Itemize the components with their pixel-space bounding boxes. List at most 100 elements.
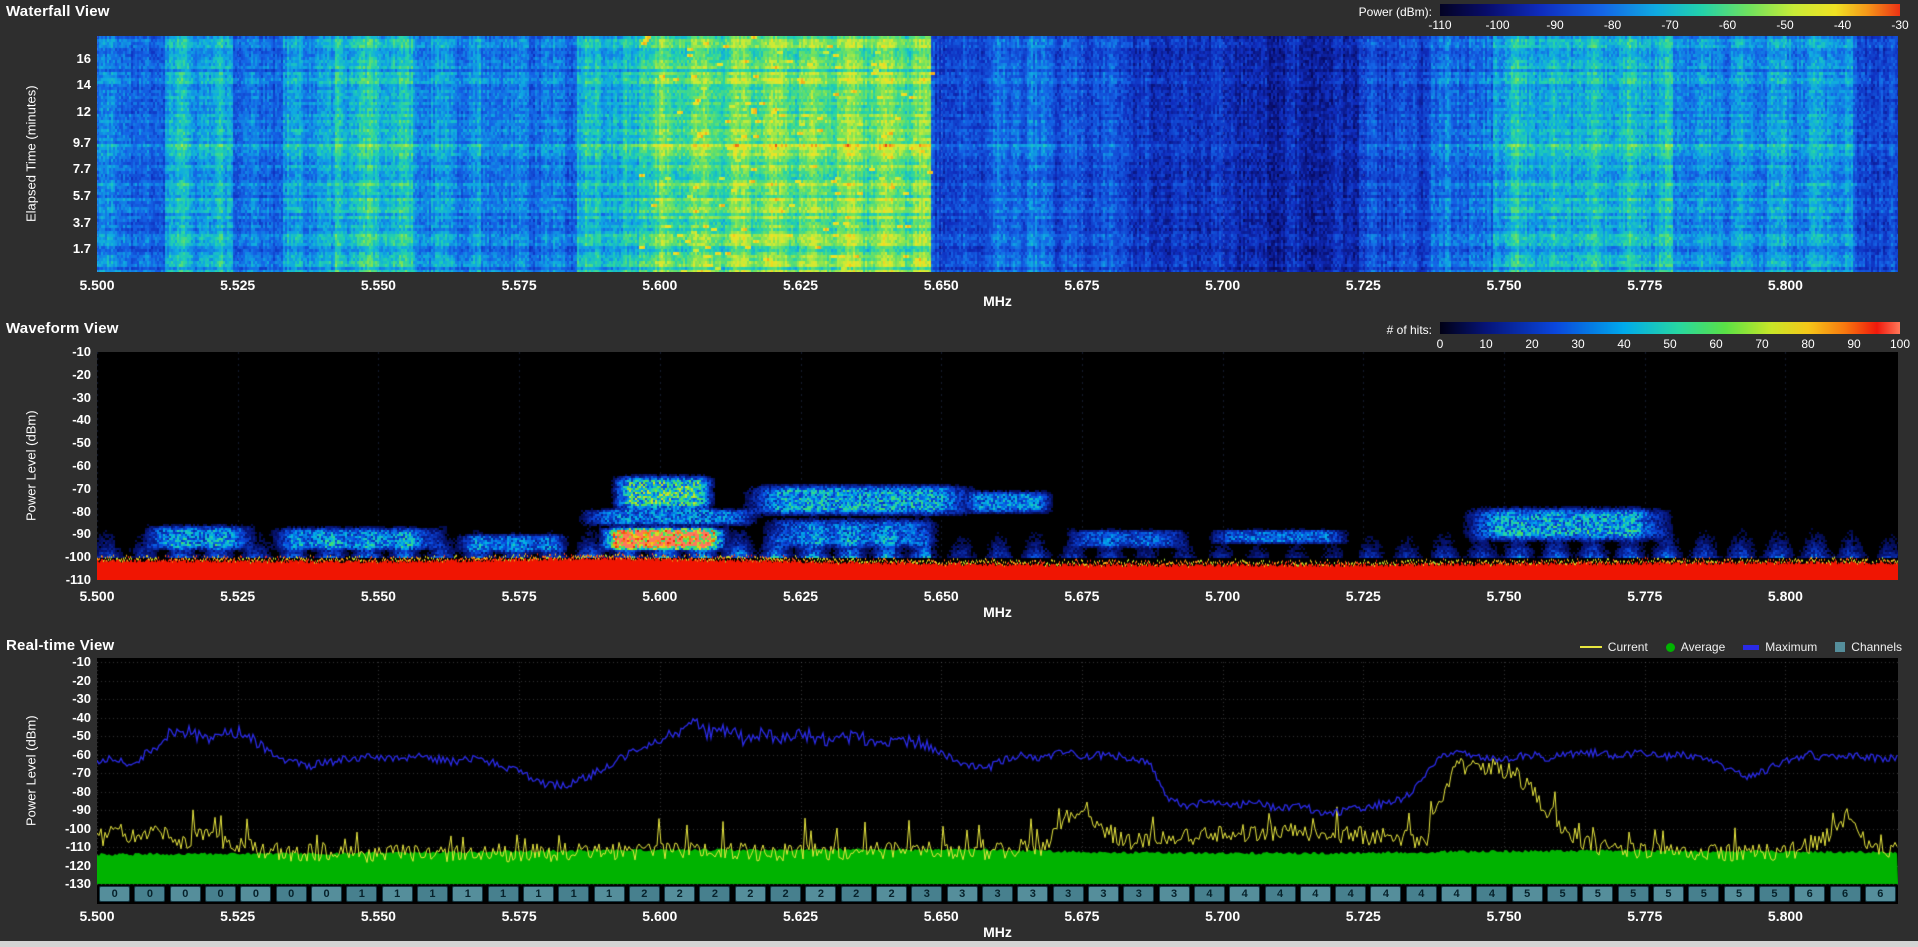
- colorbar-tick-label: -100: [1476, 18, 1520, 32]
- channel-box[interactable]: 3: [1088, 886, 1119, 902]
- y-tick-label: -10: [45, 344, 91, 359]
- channel-box[interactable]: 4: [1441, 886, 1472, 902]
- colorbar-tick-label: -40: [1821, 18, 1865, 32]
- channel-box[interactable]: 6: [1794, 886, 1825, 902]
- channel-box[interactable]: 2: [876, 886, 907, 902]
- y-tick-label: 12: [45, 104, 91, 119]
- x-tick-label: 5.750: [1474, 908, 1534, 924]
- legend-label: Maximum: [1765, 640, 1817, 654]
- channel-box[interactable]: 1: [594, 886, 625, 902]
- colorbar-tick-label: -90: [1533, 18, 1577, 32]
- x-tick-label: 5.750: [1474, 588, 1534, 604]
- y-tick-label: -20: [45, 367, 91, 382]
- y-tick-label: -70: [45, 765, 91, 780]
- realtime-title: Real-time View: [6, 637, 114, 654]
- y-tick-label: 5.7: [45, 188, 91, 203]
- channel-box[interactable]: 2: [699, 886, 730, 902]
- channel-box[interactable]: 5: [1724, 886, 1755, 902]
- average-swatch-icon: [1666, 643, 1675, 652]
- channel-box[interactable]: 2: [770, 886, 801, 902]
- channel-box[interactable]: 6: [1830, 886, 1861, 902]
- channel-box[interactable]: 5: [1618, 886, 1649, 902]
- x-tick-label: 5.575: [489, 277, 549, 293]
- channel-box[interactable]: 4: [1265, 886, 1296, 902]
- colorbar-tick-label: -110: [1418, 18, 1462, 32]
- y-tick-label: -60: [45, 458, 91, 473]
- channel-box[interactable]: 0: [311, 886, 342, 902]
- channel-box[interactable]: 1: [452, 886, 483, 902]
- channel-box[interactable]: 2: [841, 886, 872, 902]
- colorbar-tick-label: 0: [1418, 337, 1462, 351]
- channel-box[interactable]: 3: [1017, 886, 1048, 902]
- channel-box[interactable]: 6: [1865, 886, 1896, 902]
- x-tick-label: 5.675: [1052, 588, 1112, 604]
- channel-box[interactable]: 2: [629, 886, 660, 902]
- channel-box[interactable]: 5: [1653, 886, 1684, 902]
- channel-box[interactable]: 5: [1688, 886, 1719, 902]
- x-tick-label: 5.625: [771, 908, 831, 924]
- channel-box[interactable]: 5: [1512, 886, 1543, 902]
- y-tick-label: 9.7: [45, 135, 91, 150]
- maximum-swatch-icon: [1743, 645, 1759, 650]
- channel-box[interactable]: 4: [1406, 886, 1437, 902]
- channel-box[interactable]: 0: [205, 886, 236, 902]
- channel-box[interactable]: 3: [911, 886, 942, 902]
- x-tick-label: 5.500: [67, 908, 127, 924]
- channel-box[interactable]: 4: [1335, 886, 1366, 902]
- legend-label: Current: [1608, 640, 1648, 654]
- x-axis-unit: MHz: [968, 924, 1028, 940]
- x-tick-label: 5.700: [1193, 588, 1253, 604]
- y-tick-label: -110: [45, 839, 91, 854]
- x-tick-label: 5.525: [208, 908, 268, 924]
- channel-box[interactable]: 1: [558, 886, 589, 902]
- hits-colorbar-label: # of hits:: [1282, 323, 1432, 337]
- channel-box[interactable]: 0: [134, 886, 165, 902]
- x-tick-label: 5.675: [1052, 908, 1112, 924]
- channel-box[interactable]: 2: [805, 886, 836, 902]
- x-tick-label: 5.700: [1193, 908, 1253, 924]
- channel-box[interactable]: 4: [1194, 886, 1225, 902]
- channel-box[interactable]: 1: [417, 886, 448, 902]
- x-tick-label: 5.725: [1333, 588, 1393, 604]
- x-tick-label: 5.800: [1755, 908, 1815, 924]
- channel-box[interactable]: 2: [735, 886, 766, 902]
- colorbar-tick-label: 100: [1878, 337, 1918, 351]
- channel-box[interactable]: 0: [170, 886, 201, 902]
- channel-box[interactable]: 3: [1159, 886, 1190, 902]
- x-tick-label: 5.725: [1333, 277, 1393, 293]
- channel-box[interactable]: 5: [1547, 886, 1578, 902]
- y-tick-label: -80: [45, 504, 91, 519]
- spectrum-analyzer-app: Waterfall View Power (dBm): Elapsed Time…: [0, 0, 1918, 947]
- y-tick-label: -70: [45, 481, 91, 496]
- channel-box[interactable]: 3: [1123, 886, 1154, 902]
- channel-box[interactable]: 4: [1370, 886, 1401, 902]
- channel-box[interactable]: 1: [346, 886, 377, 902]
- y-tick-label: 7.7: [45, 161, 91, 176]
- x-tick-label: 5.550: [348, 588, 408, 604]
- waveform-plot[interactable]: [97, 352, 1898, 580]
- y-tick-label: -90: [45, 802, 91, 817]
- channel-box[interactable]: 3: [982, 886, 1013, 902]
- channel-box[interactable]: 1: [488, 886, 519, 902]
- y-tick-label: -30: [45, 691, 91, 706]
- channel-box[interactable]: 5: [1759, 886, 1790, 902]
- colorbar-tick-label: -80: [1591, 18, 1635, 32]
- channel-box[interactable]: 1: [382, 886, 413, 902]
- channel-box[interactable]: 3: [1053, 886, 1084, 902]
- realtime-plot[interactable]: [97, 658, 1898, 904]
- y-tick-label: -60: [45, 747, 91, 762]
- channel-box[interactable]: 1: [523, 886, 554, 902]
- channel-box[interactable]: 4: [1476, 886, 1507, 902]
- channel-box[interactable]: 0: [99, 886, 130, 902]
- channel-box[interactable]: 4: [1300, 886, 1331, 902]
- channel-box[interactable]: 5: [1582, 886, 1613, 902]
- channel-box[interactable]: 3: [947, 886, 978, 902]
- channel-box[interactable]: 2: [664, 886, 695, 902]
- channel-box[interactable]: 0: [276, 886, 307, 902]
- channel-box[interactable]: 0: [240, 886, 271, 902]
- channel-box[interactable]: 4: [1229, 886, 1260, 902]
- x-tick-label: 5.525: [208, 588, 268, 604]
- waterfall-ylabel: Elapsed Time (minutes): [22, 36, 40, 272]
- y-tick-label: -90: [45, 526, 91, 541]
- waterfall-plot[interactable]: [97, 36, 1898, 272]
